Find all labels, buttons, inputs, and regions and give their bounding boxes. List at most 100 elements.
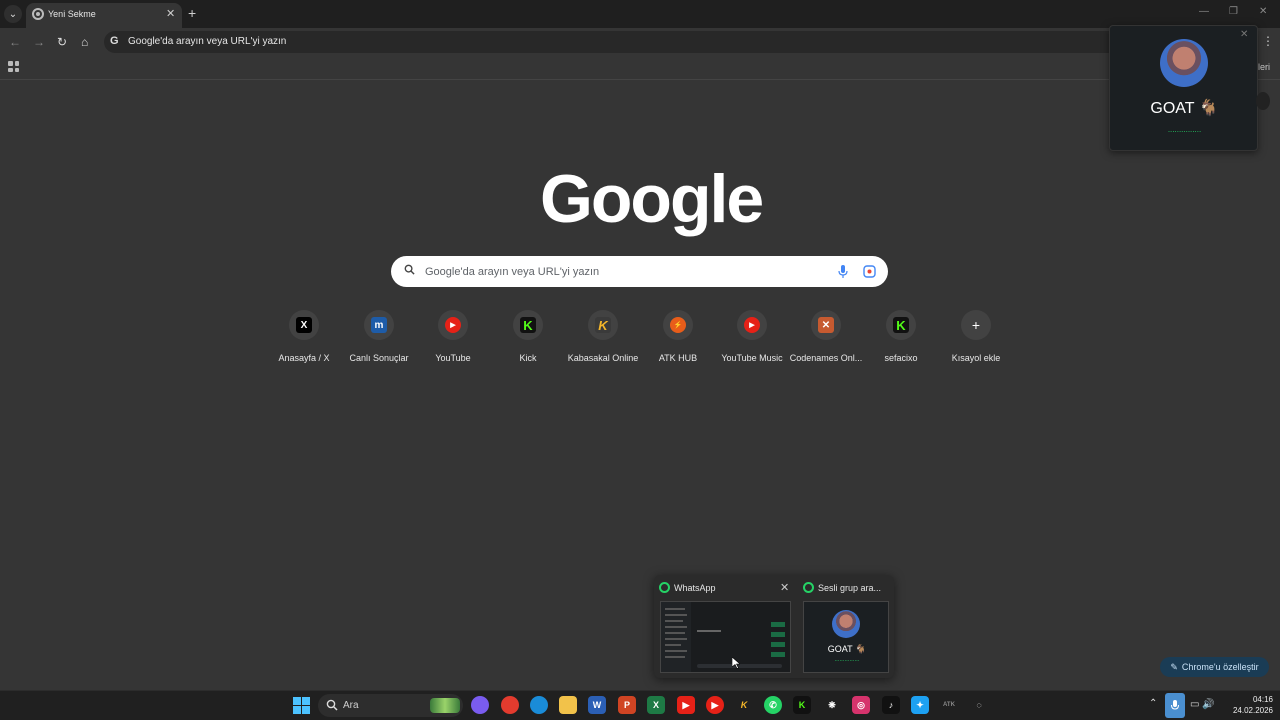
search-highlight-image [430,698,460,713]
other-bookmarks[interactable]: leri [1258,62,1270,72]
shortcut-tile[interactable]: ▶ [438,310,468,340]
new-tab-button[interactable]: + [188,5,196,21]
chevron-up-icon[interactable]: ⌃ [1149,698,1157,709]
ntp-searchbox[interactable] [391,256,888,287]
search-icon [404,264,415,275]
instagram-icon[interactable]: ◎ [852,696,870,714]
omnibox-text: Google'da arayın veya URL'yi yazın [128,36,287,47]
shortcut-mackolik[interactable]: m Canlı Sonuçlar [341,310,417,370]
shortcut-tile[interactable]: ⚡ [663,310,693,340]
chrome-favicon-icon [32,8,44,20]
shortcut-youtube[interactable]: ▶ YouTube [415,310,491,370]
pencil-icon: ✎ [1170,661,1178,672]
preview-thumbnail[interactable]: GOAT 🐐 ............... [803,601,889,673]
kabasakal-icon[interactable]: K [735,696,753,714]
omnibox[interactable]: G Google'da arayın veya URL'yi yazın [104,31,1124,53]
atk-icon[interactable]: ATK [940,696,958,714]
kick-icon: K [893,317,909,333]
call-contact-name: GOAT 🐐 [827,644,867,654]
bookmarks-bar: leri [0,56,1280,80]
microphone-icon[interactable] [1165,693,1185,718]
shortcut-tile[interactable]: K [588,310,618,340]
chatgpt-icon[interactable]: ❋ [823,696,841,714]
mackolik-icon: m [371,317,387,333]
forward-icon[interactable]: → [33,35,45,49]
file-explorer-icon[interactable] [559,696,577,714]
call-popup[interactable]: ✕ GOAT 🐐 ............... [1109,25,1258,151]
close-icon[interactable]: ✕ [780,581,789,594]
search-input[interactable] [425,256,825,287]
customize-chrome-button[interactable]: ✎ Chrome'u özelleştir [1160,657,1269,677]
copilot-icon[interactable] [471,696,489,714]
preview-whatsapp[interactable]: WhatsApp ✕ [654,575,797,678]
close-window-icon[interactable]: ✕ [1259,6,1267,17]
shortcut-kick[interactable]: Ksefacixo [863,310,939,370]
shortcut-codenames[interactable]: ✕ Codenames Onl... [788,310,864,370]
shortcut-kick[interactable]: K Kick [490,310,566,370]
youtube-music-icon: ▶ [744,317,760,333]
clock-date[interactable]: 24.02.2026 [1220,706,1273,715]
tab-search-button[interactable]: ⌄ [4,5,22,23]
excel-icon[interactable]: X [647,696,665,714]
windows-start-icon[interactable] [293,697,310,714]
discord-activity-icon[interactable]: ◌ [970,696,988,714]
tiktok-icon[interactable]: ♪ [882,696,900,714]
profile-avatar[interactable] [1256,92,1270,110]
shortcut-youtube-music[interactable]: ▶ YouTube Music [714,310,790,370]
whatsapp-icon [659,582,670,593]
shortcut-plus[interactable]: + Kısayol ekle [938,310,1014,370]
twitter-icon[interactable]: ✦ [911,696,929,714]
kabasakal-icon: K [595,317,611,333]
atk-hub-icon: ⚡ [670,317,686,333]
shortcut-tile[interactable]: X [289,310,319,340]
shortcut-tile[interactable]: K [513,310,543,340]
shortcut-kabasakal[interactable]: K Kabasakal Online [565,310,641,370]
shortcut-tile[interactable]: ▶ [737,310,767,340]
kick-icon[interactable]: K [793,696,811,714]
google-lens-icon[interactable] [863,265,876,278]
shortcut-x[interactable]: X Anasayfa / X [266,310,342,370]
home-icon[interactable]: ⌂ [81,35,88,49]
preview-voice-call[interactable]: Sesli grup ara... GOAT 🐐 ............... [798,575,894,678]
volume-icon[interactable]: 🔊 [1202,699,1214,710]
powerpoint-icon[interactable]: P [618,696,636,714]
youtube-music-icon[interactable]: ▶ [706,696,724,714]
plus-icon: + [968,317,984,333]
tab-new-tab[interactable]: Yeni Sekme ✕ [26,3,182,28]
shortcut-tile[interactable]: ✕ [811,310,841,340]
shortcut-tile[interactable]: m [364,310,394,340]
youtube-icon: ▶ [445,317,461,333]
search-icon [326,699,338,711]
tab-strip: ⌄ Yeni Sekme ✕ + — ❐ ✕ [0,0,1280,28]
close-icon[interactable]: ✕ [1240,29,1248,40]
apps-grid-icon[interactable] [8,61,19,72]
minimize-icon[interactable]: — [1199,6,1209,17]
maximize-icon[interactable]: ❐ [1229,6,1238,17]
whatsapp-icon[interactable]: ✆ [764,696,782,714]
call-status-dots: ............... [1167,125,1202,134]
edge-icon[interactable] [530,696,548,714]
shortcut-tile[interactable]: K [886,310,916,340]
shortcut-tile[interactable]: + [961,310,991,340]
word-icon[interactable]: W [588,696,606,714]
tray-network-volume[interactable]: ▭ 🔊 [1190,699,1215,710]
google-g-icon: G [110,35,119,47]
call-status-dots: ............... [834,657,860,663]
chrome-menu-icon[interactable]: ⋮ [1262,34,1274,48]
google-logo: Google [540,161,764,237]
tab-close-icon[interactable]: ✕ [166,7,175,20]
clock-time[interactable]: 04:16 [1225,695,1273,704]
customize-chrome-label: Chrome'u özelleştir [1181,662,1259,672]
reload-icon[interactable]: ↻ [57,35,67,49]
network-icon[interactable]: ▭ [1190,699,1199,710]
youtube-icon[interactable]: ▶ [677,696,695,714]
preview-title: WhatsApp [674,583,716,593]
back-icon[interactable]: ← [9,35,21,49]
voice-search-icon[interactable] [838,265,848,278]
taskbar-search[interactable]: Ara [318,694,463,717]
mouse-cursor-icon [732,657,740,669]
chrome-icon[interactable] [501,696,519,714]
shortcut-atk-hub[interactable]: ⚡ ATK HUB [640,310,716,370]
preview-thumbnail[interactable] [660,601,791,673]
avatar [1160,39,1208,87]
